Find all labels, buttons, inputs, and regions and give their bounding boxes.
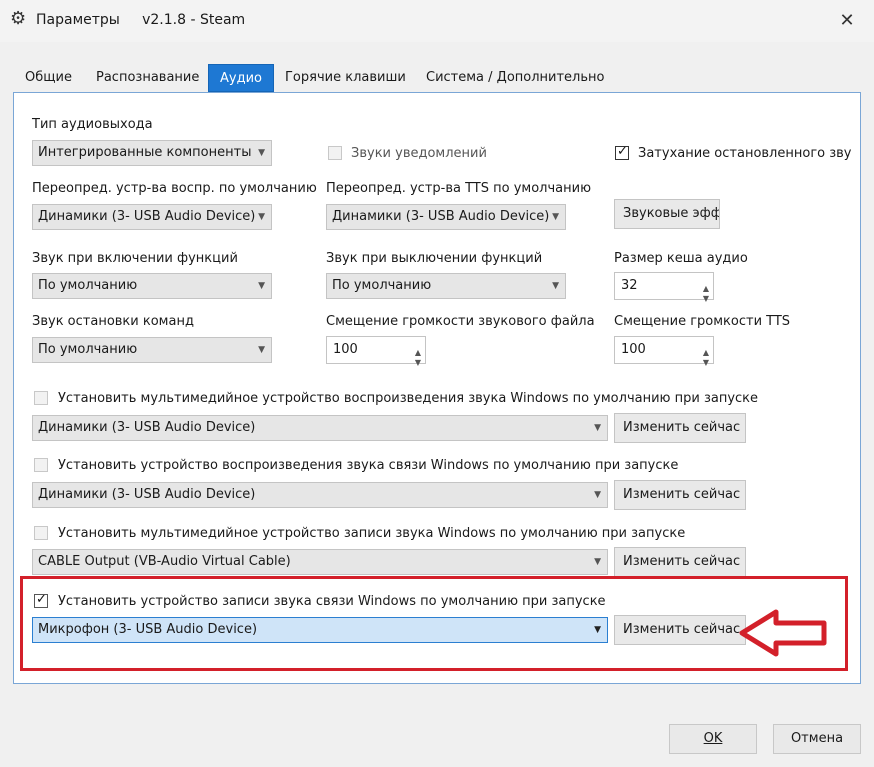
cache-size-value: 32 xyxy=(621,278,638,293)
change-now-button[interactable]: Изменить сейчас xyxy=(614,413,746,443)
tab-audio[interactable]: Аудио xyxy=(208,64,274,92)
output-type-label: Тип аудиовыхода xyxy=(32,117,153,132)
chevron-down-icon: ▼ xyxy=(258,281,265,291)
output-type-value: Интегрированные компоненты xyxy=(38,145,252,160)
red-arrow-icon xyxy=(739,609,827,657)
notify-sounds-checkbox[interactable] xyxy=(328,146,342,160)
default-device-dropdown[interactable]: Микрофон (3- USB Audio Device) ▼ xyxy=(32,617,608,643)
sound-on-enable-label: Звук при включении функций xyxy=(32,251,238,266)
cancel-button[interactable]: Отмена xyxy=(773,724,861,754)
default-device-label: Установить мультимедийное устройство вос… xyxy=(58,391,759,406)
sound-effects-button[interactable]: Звуковые эффекты xyxy=(614,199,720,229)
sound-on-disable-dropdown[interactable]: По умолчанию ▼ xyxy=(326,273,566,299)
ok-label: OK xyxy=(703,731,723,746)
chevron-down-icon[interactable]: ▼ xyxy=(703,286,709,312)
default-device-dropdown[interactable]: CABLE Output (VB-Audio Virtual Cable) ▼ xyxy=(32,549,608,575)
cache-size-stepper[interactable]: 32 ▲ ▼ xyxy=(614,272,714,303)
window-title: Параметры v2.1.8 - Steam xyxy=(36,12,246,28)
sound-on-enable-value: По умолчанию xyxy=(38,278,138,293)
chevron-down-icon[interactable]: ▼ xyxy=(703,350,709,376)
default-device-dropdown[interactable]: Динамики (3- USB Audio Device) ▼ xyxy=(32,415,608,441)
tts-volume-offset-stepper[interactable]: 100 ▲ ▼ xyxy=(614,336,714,367)
fade-stopped-label: Затухание остановленного звука xyxy=(638,146,852,161)
default-device-value: Динамики (3- USB Audio Device) xyxy=(38,420,256,435)
sound-on-disable-value: По умолчанию xyxy=(332,278,432,293)
sound-on-enable-dropdown[interactable]: По умолчанию ▼ xyxy=(32,273,272,299)
sound-stop-commands-value: По умолчанию xyxy=(38,342,138,357)
file-volume-offset-label: Смещение громкости звукового файла xyxy=(326,314,595,329)
cancel-label: Отмена xyxy=(790,731,844,746)
chevron-down-icon: ▼ xyxy=(258,212,265,222)
tab-hotkeys[interactable]: Горячие клавиши xyxy=(274,64,417,92)
file-volume-offset-value: 100 xyxy=(333,342,358,357)
change-now-button[interactable]: Изменить сейчас xyxy=(614,547,746,577)
cache-size-label: Размер кеша аудио xyxy=(614,251,748,266)
chevron-down-icon[interactable]: ▼ xyxy=(415,350,421,376)
override-playback-dropdown[interactable]: Динамики (3- USB Audio Device) ▼ xyxy=(32,204,272,230)
tts-volume-offset-value: 100 xyxy=(621,342,646,357)
tab-recognition[interactable]: Распознавание xyxy=(85,64,210,92)
override-tts-value: Динамики (3- USB Audio Device) xyxy=(332,209,550,224)
default-device-checkbox[interactable] xyxy=(34,391,48,405)
gear-icon: ⚙ xyxy=(10,8,27,29)
default-device-checkbox[interactable] xyxy=(34,592,48,608)
default-device-label: Установить устройство записи звука связи… xyxy=(58,594,606,609)
default-device-checkbox[interactable] xyxy=(34,526,48,540)
change-now-button[interactable]: Изменить сейчас xyxy=(614,480,746,510)
notify-sounds-label: Звуки уведомлений xyxy=(351,146,487,161)
tab-system[interactable]: Система / Дополнительно xyxy=(415,64,615,92)
default-device-value: CABLE Output (VB-Audio Virtual Cable) xyxy=(38,554,291,569)
change-now-button[interactable]: Изменить сейчас xyxy=(614,615,746,645)
sound-stop-commands-label: Звук остановки команд xyxy=(32,314,194,329)
override-playback-label: Переопред. устр-ва воспр. по умолчанию xyxy=(32,181,317,196)
ok-button[interactable]: OK xyxy=(669,724,757,754)
override-tts-dropdown[interactable]: Динамики (3- USB Audio Device) ▼ xyxy=(326,204,566,230)
override-tts-label: Переопред. устр-ва TTS по умолчанию xyxy=(326,181,592,196)
file-volume-offset-stepper[interactable]: 100 ▲ ▼ xyxy=(326,336,426,367)
default-device-label: Установить мультимедийное устройство зап… xyxy=(58,526,686,541)
override-playback-value: Динамики (3- USB Audio Device) xyxy=(38,209,256,224)
chevron-down-icon: ▼ xyxy=(258,148,265,158)
default-device-label: Установить устройство воспроизведения зв… xyxy=(58,458,679,473)
chevron-down-icon: ▼ xyxy=(594,490,601,500)
close-button[interactable]: ✕ xyxy=(834,8,860,34)
sound-stop-commands-dropdown[interactable]: По умолчанию ▼ xyxy=(32,337,272,363)
chevron-down-icon: ▼ xyxy=(594,625,601,635)
chevron-down-icon: ▼ xyxy=(594,423,601,433)
fade-stopped-checkbox[interactable] xyxy=(615,144,629,160)
output-type-dropdown[interactable]: Интегрированные компоненты ▼ xyxy=(32,140,272,166)
default-device-dropdown[interactable]: Динамики (3- USB Audio Device) ▼ xyxy=(32,482,608,508)
sound-on-disable-label: Звук при выключении функций xyxy=(326,251,543,266)
default-device-value: Микрофон (3- USB Audio Device) xyxy=(38,622,258,637)
tts-volume-offset-label: Смещение громкости TTS xyxy=(614,314,791,329)
chevron-down-icon: ▼ xyxy=(552,281,559,291)
chevron-down-icon: ▼ xyxy=(258,345,265,355)
chevron-down-icon: ▼ xyxy=(594,557,601,567)
chevron-down-icon: ▼ xyxy=(552,212,559,222)
default-device-checkbox[interactable] xyxy=(34,458,48,472)
default-device-value: Динамики (3- USB Audio Device) xyxy=(38,487,256,502)
tab-general[interactable]: Общие xyxy=(14,64,83,92)
